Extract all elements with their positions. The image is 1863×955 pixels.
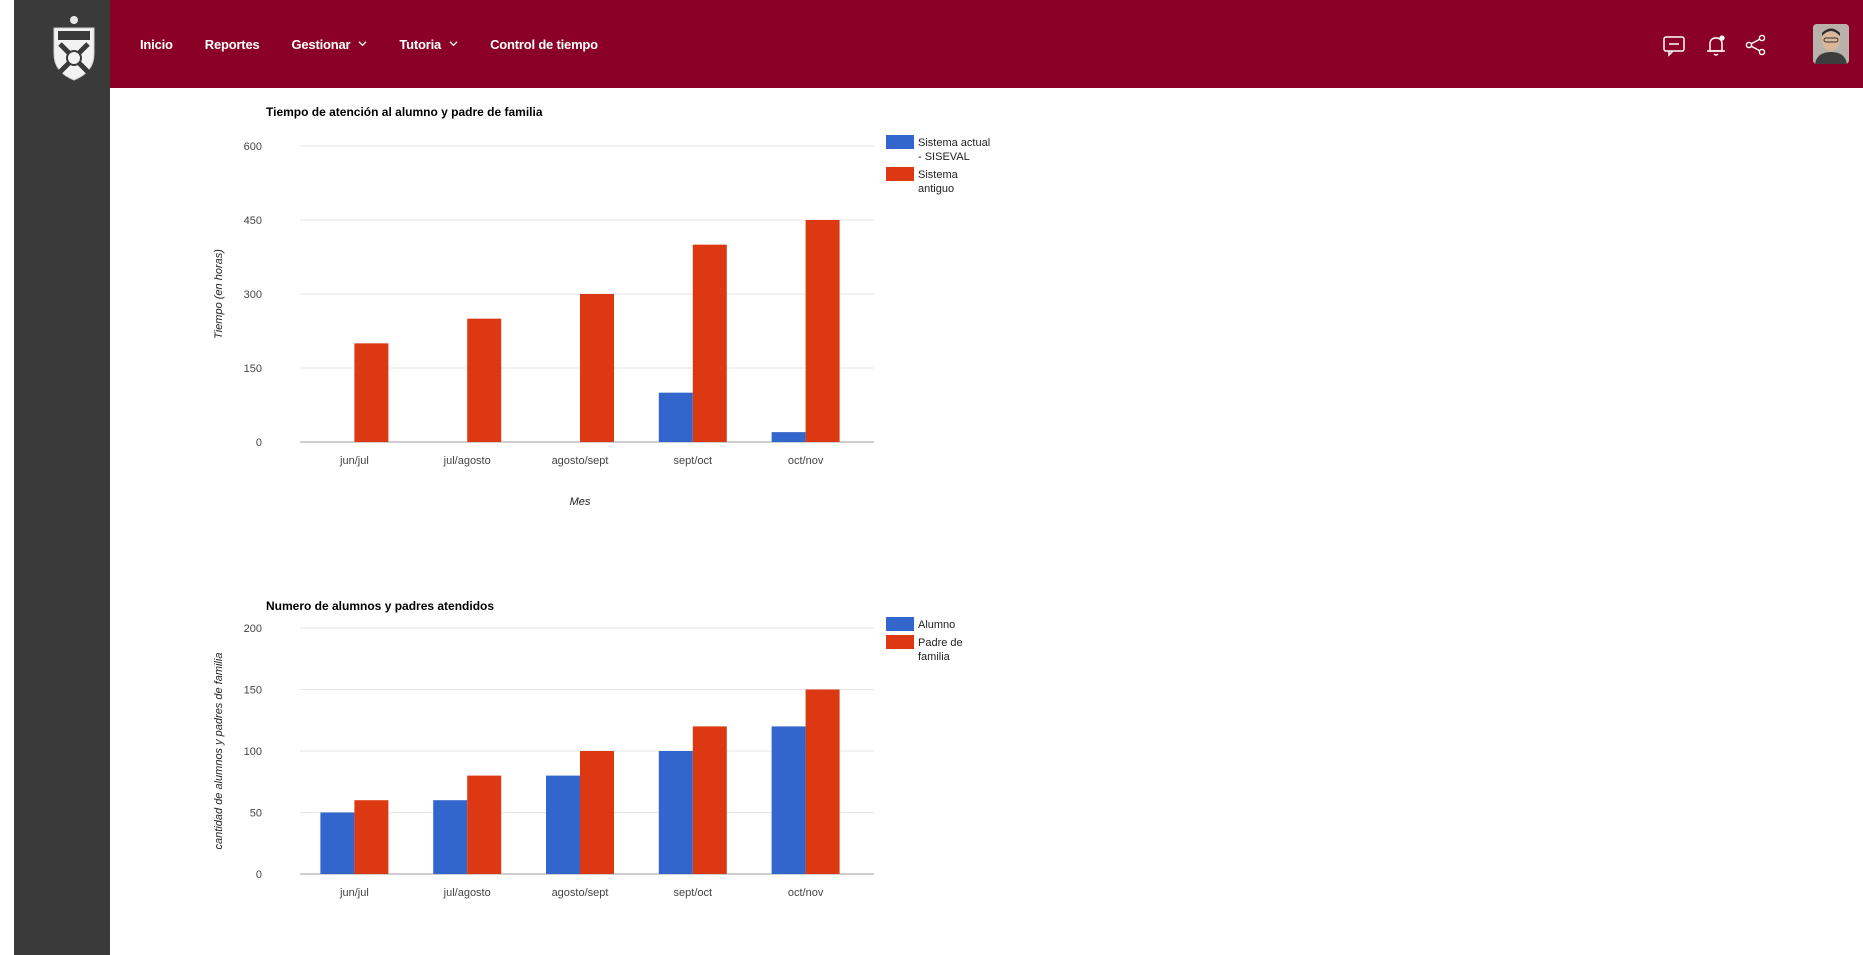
y-tick-label: 200 [244,623,262,635]
bar[interactable] [467,318,502,442]
crest-icon [53,16,95,81]
sidebar [14,0,110,955]
header-actions [1633,0,1863,88]
legend-label: - SISEVAL [918,151,970,163]
bar[interactable] [467,775,502,874]
bar[interactable] [771,726,806,874]
chart-title: Tiempo de atención al alumno y padre de … [266,105,543,119]
user-avatar[interactable] [1813,24,1849,64]
nav-label: Inicio [140,36,173,52]
nav-item-tutoria[interactable]: Tutoria [399,37,458,52]
main-menu: Inicio Reportes Gestionar Tutoria Contro… [140,0,630,88]
x-tick-label: oct/nov [788,455,824,467]
x-tick-label: jun/jul [339,887,369,899]
y-tick-label: 150 [244,685,262,697]
bar[interactable] [354,800,389,874]
legend-swatch [886,635,914,649]
top-navigation-bar: Inicio Reportes Gestionar Tutoria Contro… [110,0,1863,88]
bar[interactable] [658,392,693,442]
bar[interactable] [658,751,693,874]
y-tick-label: 100 [244,746,262,758]
legend-label: Sistema actual [918,137,990,149]
bar[interactable] [320,812,355,875]
legend-label: Alumno [918,619,955,631]
scrollbar[interactable] [1853,88,1863,955]
university-logo[interactable] [48,14,100,82]
chart-title: Numero de alumnos y padres atendidos [266,599,494,613]
chevron-down-icon [358,40,367,46]
y-axis-title: cantidad de alumnos y padres de familia [213,653,225,850]
chart-alumnos-padres: Numero de alumnos y padres atendidos 0 50 1… [213,599,963,899]
y-tick-label: 150 [244,363,262,375]
x-tick-label: agosto/sept [552,887,609,899]
bell-icon[interactable] [1703,32,1729,58]
nav-item-inicio[interactable]: Inicio [140,37,173,52]
nav-label: Tutoria [399,36,442,52]
y-tick-label: 600 [244,141,262,153]
nav-label: Gestionar [291,36,351,52]
chart-tiempo-atencion: Tiempo de atención al alumno y padre de … [213,105,990,508]
x-tick-label: oct/nov [788,887,824,899]
legend-swatch [886,167,914,181]
nav-label: Control de tiempo [490,36,598,52]
y-tick-label: 50 [250,808,262,820]
nav-item-gestionar[interactable]: Gestionar [292,37,368,52]
legend-label: antiguo [918,183,954,195]
x-tick-label: agosto/sept [552,455,609,467]
window-edge [0,0,14,955]
chat-icon[interactable] [1661,32,1687,58]
legend-swatch [886,617,914,631]
main-content: Tiempo de atención al alumno y padre de … [110,88,1863,955]
bar[interactable] [580,294,614,442]
y-tick-label: 0 [256,869,262,881]
bar[interactable] [433,800,468,874]
legend-label: Sistema [918,169,959,181]
avatar-icon [1813,24,1849,64]
nav-item-control-de-tiempo[interactable]: Control de tiempo [490,37,598,52]
bar[interactable] [580,751,614,874]
bar[interactable] [692,244,727,442]
legend-label: familia [918,651,951,663]
nav-item-reportes[interactable]: Reportes [205,37,260,52]
x-axis-title: Mes [570,496,591,508]
share-icon[interactable] [1743,32,1769,58]
legend-swatch [886,135,914,149]
y-tick-label: 450 [244,215,262,227]
legend-label: Padre de [918,637,963,649]
bar[interactable] [692,726,727,874]
x-tick-label: jul/agosto [443,455,491,467]
bar[interactable] [805,689,840,875]
nav-label: Reportes [204,36,260,52]
bar[interactable] [546,775,580,874]
x-tick-label: sept/oct [674,455,713,467]
x-tick-label: jun/jul [339,455,369,467]
bar[interactable] [771,432,806,442]
x-tick-label: jul/agosto [443,887,491,899]
bar[interactable] [805,220,840,442]
bar[interactable] [354,343,389,442]
y-tick-label: 0 [256,437,262,449]
y-axis-title: Tiempo (en horas) [213,249,225,339]
y-tick-label: 300 [244,289,262,301]
chevron-down-icon [449,40,458,46]
app-window: Inicio Reportes Gestionar Tutoria Contro… [0,0,1863,955]
x-tick-label: sept/oct [674,887,713,899]
